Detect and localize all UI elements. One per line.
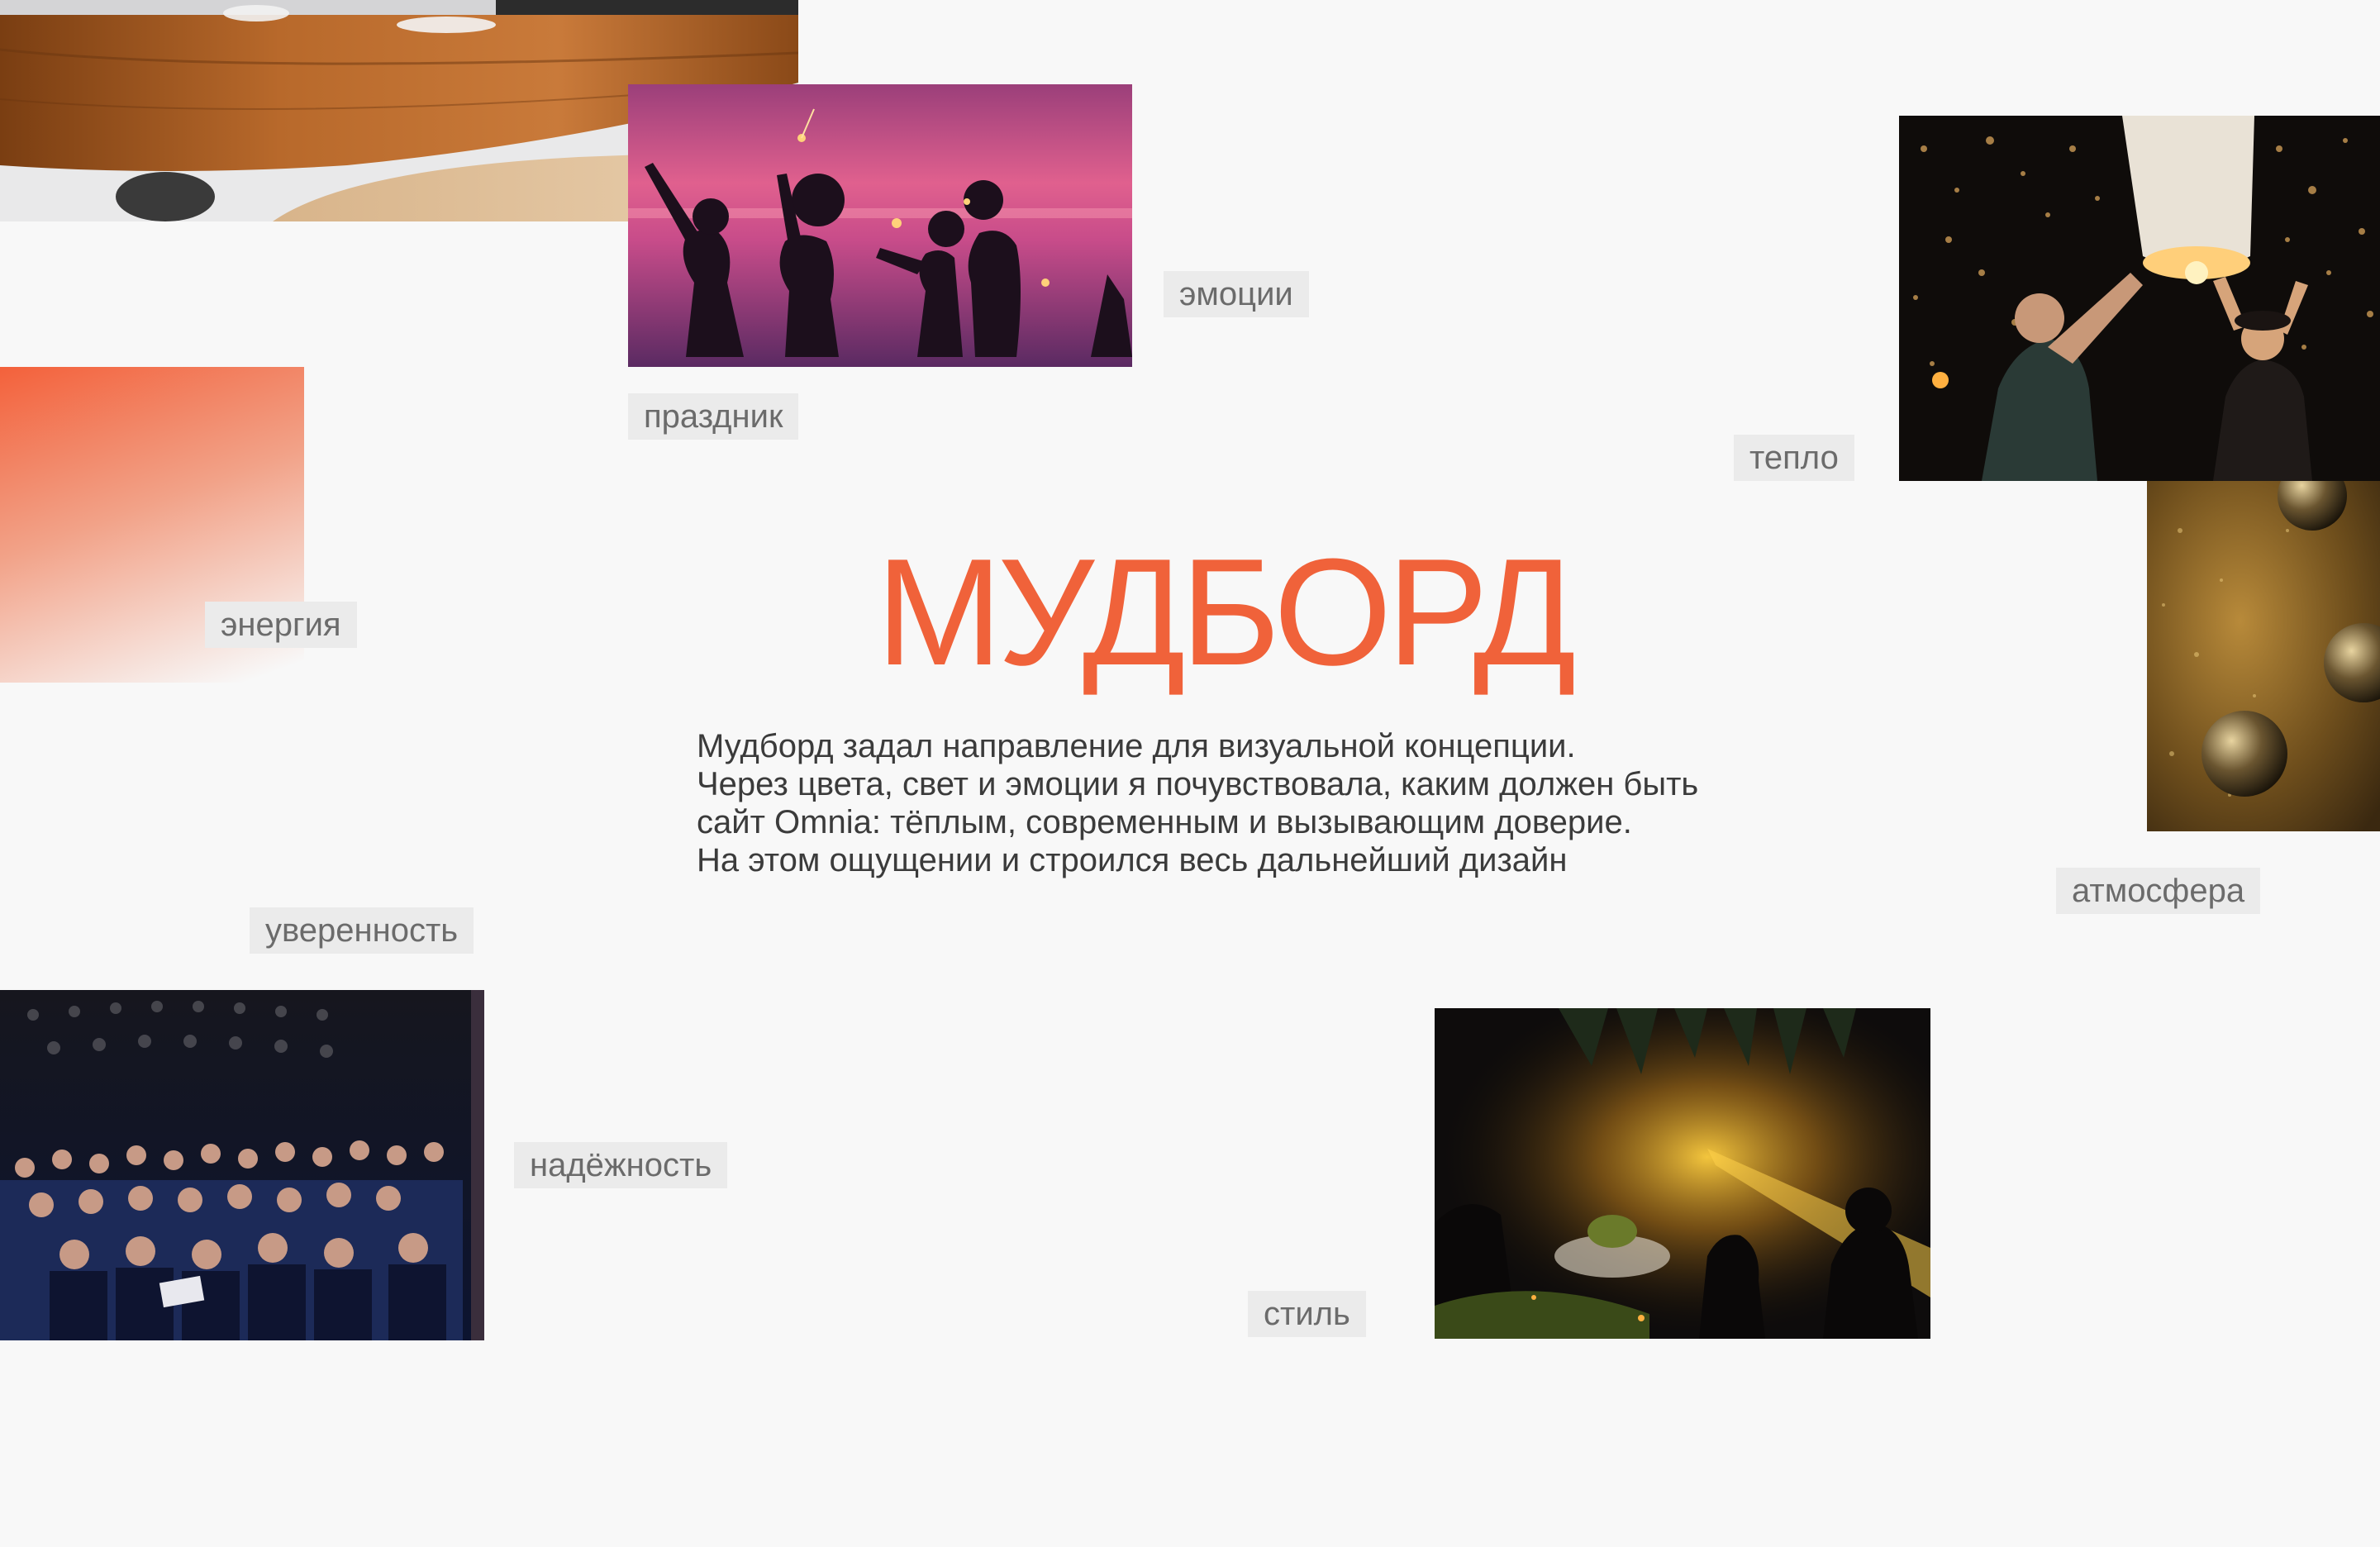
- description-line: На этом ощущении и строился весь дальней…: [697, 842, 1568, 878]
- conference-audience-photo: [0, 990, 484, 1340]
- description-line: Мудборд задал направление для визуальной…: [697, 728, 1576, 764]
- description-line: Через цвета, свет и эмоции я почувствова…: [697, 766, 1699, 802]
- tag-emotions: эмоции: [1164, 271, 1309, 317]
- tag-holiday: праздник: [628, 393, 799, 440]
- evening-event-photo: [1435, 1008, 1930, 1339]
- sparklers-party-photo: [628, 84, 1132, 367]
- tag-confidence: уверенность: [250, 907, 474, 954]
- sky-lanterns-photo: [1899, 116, 2380, 481]
- moodboard-canvas: эмоции праздник тепло энергия атмосфера …: [0, 0, 2380, 1547]
- tag-reliability: надёжность: [514, 1142, 728, 1188]
- disco-balls-photo: [2147, 481, 2380, 831]
- description-line: сайт Omnia: тёплым, современным и вызыва…: [697, 804, 1632, 840]
- tag-energy: энергия: [205, 602, 357, 648]
- moodboard-description: Мудборд задал направление для визуальной…: [697, 727, 1854, 879]
- tag-style: стиль: [1248, 1291, 1366, 1337]
- tag-atmosphere: атмосфера: [2056, 868, 2261, 914]
- tag-warmth: тепло: [1734, 435, 1854, 481]
- page-title: МУДБОРД: [876, 526, 1576, 697]
